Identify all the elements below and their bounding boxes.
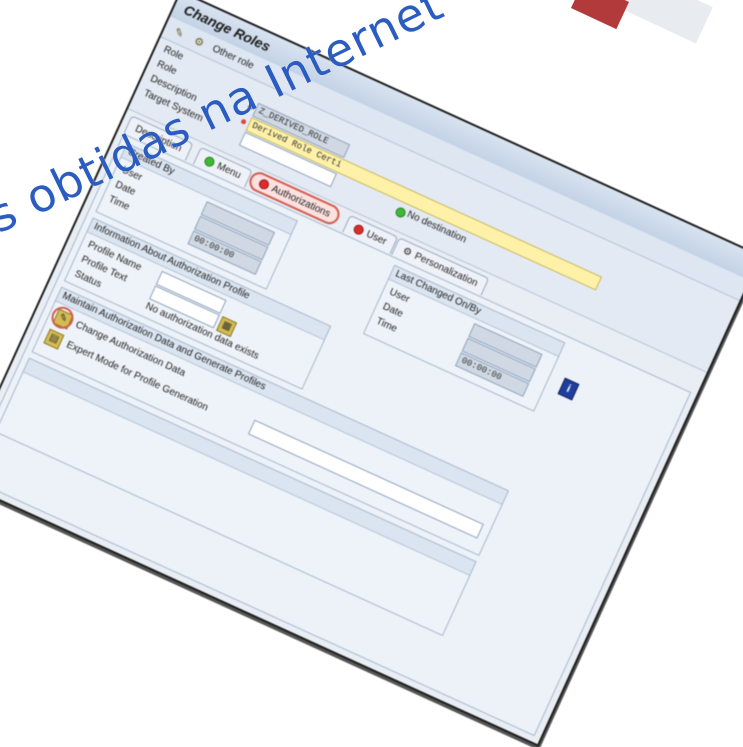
date-label: Date bbox=[380, 301, 405, 320]
info-icon[interactable]: i bbox=[557, 377, 580, 401]
screenshot-rotated: Change Roles ✎ ⚙ Other role Role Role De… bbox=[0, 0, 743, 747]
red-status-icon bbox=[352, 223, 366, 237]
expert-mode-icon[interactable]: ▤ bbox=[43, 328, 65, 350]
green-status-icon bbox=[202, 155, 217, 169]
other-role-icon[interactable]: ⚙ bbox=[190, 32, 209, 51]
sap-window: Change Roles ✎ ⚙ Other role Role Role De… bbox=[0, 0, 743, 747]
display-change-icon[interactable]: ✎ bbox=[170, 23, 189, 42]
time-label: Time bbox=[374, 315, 399, 335]
red-status-icon bbox=[257, 177, 271, 191]
time-label: Time bbox=[106, 193, 132, 213]
background-shape-red bbox=[571, 0, 629, 30]
personalization-icon: ⚙ bbox=[401, 244, 414, 259]
user-label: User bbox=[387, 286, 412, 306]
role-label: Role bbox=[155, 58, 179, 78]
header-section-label: Role bbox=[161, 44, 186, 63]
